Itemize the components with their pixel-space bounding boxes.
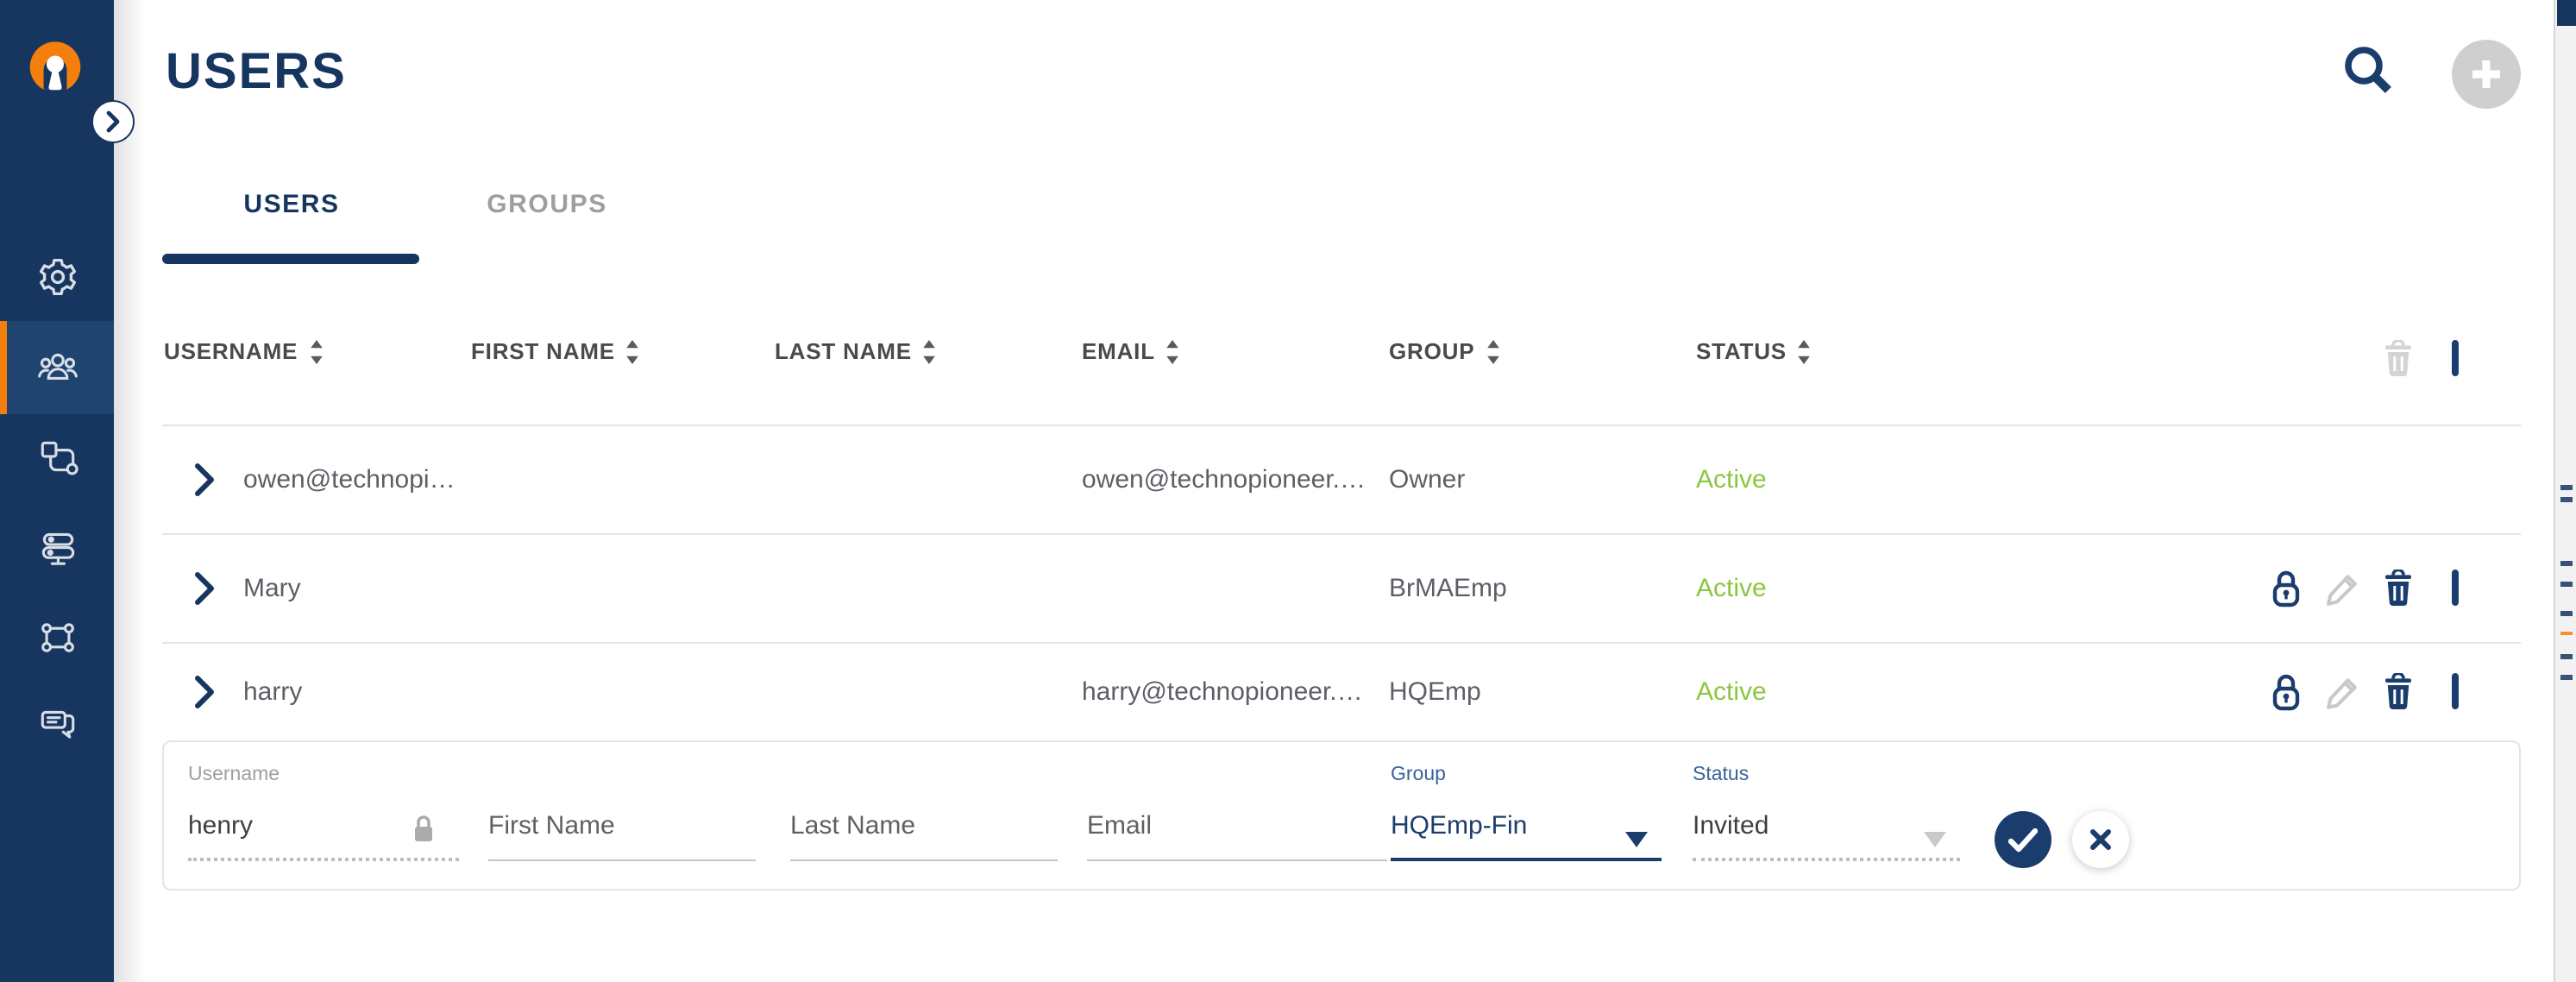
username-field: Username henry bbox=[188, 742, 459, 892]
status-dropdown: Status Invited bbox=[1693, 742, 1960, 892]
username-value: henry bbox=[188, 811, 254, 840]
sidebar-item-messages[interactable] bbox=[0, 679, 114, 772]
sidebar-item-servers[interactable] bbox=[0, 501, 114, 595]
delete-selected-icon bbox=[2382, 338, 2415, 378]
sort-icon[interactable] bbox=[1797, 339, 1813, 363]
search-icon[interactable] bbox=[2340, 41, 2398, 100]
chat-bubbles-icon bbox=[35, 704, 79, 747]
scrollbar-mark bbox=[2560, 654, 2573, 659]
table-row: owen@technopi… owen@technopioneer.… Owne… bbox=[162, 424, 2521, 534]
chevron-right-icon bbox=[105, 110, 121, 133]
status-label: Status bbox=[1693, 765, 1750, 785]
sidebar-shadow bbox=[114, 0, 145, 982]
edit-user-icon bbox=[2325, 570, 2361, 607]
lock-user-icon[interactable] bbox=[2270, 673, 2303, 713]
expand-row-icon[interactable] bbox=[193, 676, 216, 710]
table-header: USERNAME FIRST NAME LAST NAME EMAIL GROU… bbox=[0, 338, 2576, 380]
lock-icon bbox=[412, 815, 435, 844]
cell-group: HQEmp bbox=[1389, 677, 1481, 708]
sort-icon[interactable] bbox=[1165, 339, 1181, 363]
sidebar-item-users[interactable] bbox=[0, 321, 114, 414]
delete-user-icon[interactable] bbox=[2382, 672, 2415, 712]
column-header-email[interactable]: EMAIL bbox=[1082, 338, 1181, 364]
column-header-last-name[interactable]: LAST NAME bbox=[775, 338, 938, 364]
username-label: Username bbox=[188, 765, 280, 785]
cell-group: Owner bbox=[1389, 465, 1466, 494]
chevron-down-icon bbox=[1625, 825, 1648, 847]
active-tab-underline bbox=[162, 254, 419, 264]
status-selected-value: Invited bbox=[1693, 811, 1769, 840]
group-dropdown[interactable]: Group HQEmp-Fin bbox=[1391, 742, 1662, 892]
column-header-username[interactable]: USERNAME bbox=[164, 338, 324, 364]
plus-icon bbox=[2471, 59, 2502, 90]
scrollbar-mark bbox=[2560, 485, 2573, 490]
sidebar-item-settings[interactable] bbox=[0, 230, 114, 323]
server-rack-icon bbox=[35, 526, 79, 570]
cell-email: harry@technopioneer.… bbox=[1082, 677, 1363, 708]
users-page: USERS USERS GROUPS USERNAME FIRST NAME L… bbox=[0, 0, 2576, 982]
expand-row-icon[interactable] bbox=[193, 463, 216, 497]
sidebar-item-network[interactable] bbox=[0, 590, 114, 683]
last-name-field[interactable]: Last Name bbox=[790, 742, 1058, 892]
first-name-input: First Name bbox=[488, 811, 615, 840]
sort-icon[interactable] bbox=[922, 339, 938, 363]
table-row: harry harry@technopioneer.… HQEmp Active bbox=[162, 641, 2521, 742]
scrollbar-mark bbox=[2560, 497, 2573, 502]
cancel-button[interactable] bbox=[2072, 811, 2129, 868]
tab-users[interactable]: USERS bbox=[162, 190, 421, 219]
sidebar-expand-button[interactable] bbox=[91, 100, 135, 143]
sort-icon[interactable] bbox=[625, 339, 641, 363]
topology-icon bbox=[35, 615, 79, 658]
cell-email: owen@technopioneer.… bbox=[1082, 465, 1367, 494]
status-badge: Active bbox=[1696, 677, 1767, 708]
edit-user-icon bbox=[2325, 675, 2361, 711]
group-label: Group bbox=[1391, 765, 1446, 785]
first-name-field[interactable]: First Name bbox=[488, 742, 756, 892]
sidebar bbox=[0, 0, 114, 982]
status-badge: Active bbox=[1696, 574, 1767, 603]
column-header-status[interactable]: STATUS bbox=[1696, 338, 1813, 364]
sort-icon[interactable] bbox=[1485, 339, 1500, 363]
cell-username: Mary bbox=[243, 574, 301, 603]
scrollbar-mark bbox=[2560, 675, 2573, 680]
chevron-down-icon bbox=[1924, 825, 1946, 847]
scrollbar-mark bbox=[2560, 582, 2573, 587]
column-header-group[interactable]: GROUP bbox=[1389, 338, 1500, 364]
scrollbar-mark bbox=[2560, 561, 2573, 566]
sidebar-item-templates[interactable] bbox=[0, 412, 114, 505]
lock-user-icon[interactable] bbox=[2270, 569, 2303, 608]
column-header-first-name[interactable]: FIRST NAME bbox=[471, 338, 641, 364]
cell-group: BrMAEmp bbox=[1389, 574, 1507, 603]
scrollbar-mark bbox=[2560, 611, 2573, 616]
vertical-scrollbar[interactable] bbox=[2554, 0, 2576, 982]
group-selected-value: HQEmp-Fin bbox=[1391, 811, 1528, 840]
scrollbar-thumb[interactable] bbox=[2557, 0, 2576, 26]
x-icon bbox=[2089, 828, 2112, 851]
email-input: Email bbox=[1087, 811, 1153, 840]
check-icon bbox=[2007, 827, 2039, 852]
cell-username: harry bbox=[243, 677, 303, 708]
page-title: USERS bbox=[166, 45, 347, 100]
shapes-icon bbox=[35, 437, 79, 480]
status-badge: Active bbox=[1696, 465, 1767, 494]
sort-icon[interactable] bbox=[308, 339, 324, 363]
delete-user-icon[interactable] bbox=[2382, 568, 2415, 607]
new-user-edit-row: Username henry First Name Last Name Emai… bbox=[162, 740, 2521, 891]
gear-icon bbox=[35, 255, 79, 298]
scrollbar-mark bbox=[2560, 632, 2573, 635]
expand-row-icon[interactable] bbox=[193, 571, 216, 606]
add-user-button bbox=[2452, 40, 2521, 109]
users-group-icon bbox=[35, 346, 79, 389]
confirm-button[interactable] bbox=[1995, 811, 2051, 868]
openvpn-logo bbox=[22, 40, 88, 106]
cell-username: owen@technopi… bbox=[243, 465, 456, 494]
table-row: Mary BrMAEmp Active bbox=[162, 532, 2521, 643]
last-name-input: Last Name bbox=[790, 811, 916, 840]
tab-groups[interactable]: GROUPS bbox=[418, 190, 676, 219]
email-field[interactable]: Email bbox=[1087, 742, 1387, 892]
